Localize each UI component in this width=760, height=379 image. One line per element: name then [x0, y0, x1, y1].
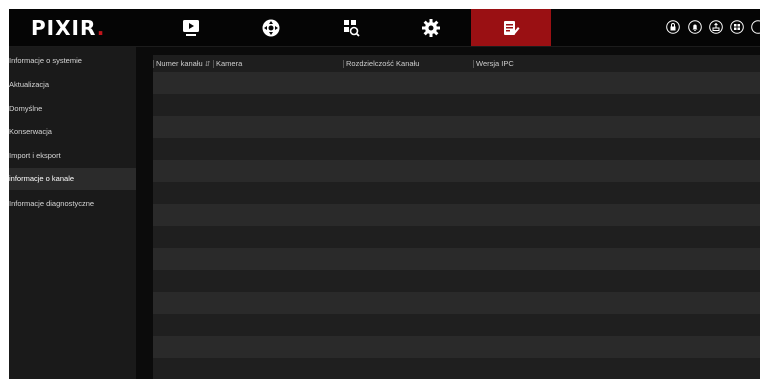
- export-icon[interactable]: [709, 20, 723, 34]
- sidebar-item-label: Informacje diagnostyczne: [9, 199, 95, 208]
- system-edit-icon: [504, 20, 520, 35]
- sidebar-item-import-export[interactable]: Import i eksport: [9, 145, 136, 167]
- play-icon: [183, 19, 199, 36]
- table-row: [153, 138, 760, 160]
- table-row: [153, 116, 760, 138]
- nav-search-button[interactable]: [311, 9, 391, 46]
- sidebar-item-defaults[interactable]: Domyślne: [9, 98, 136, 120]
- table-row: [153, 94, 760, 116]
- main-content: Numer kanału ⇵ Kamera Rozdzielczość Kanał…: [136, 47, 760, 379]
- table-row: [153, 270, 760, 292]
- sidebar-item-maintenance[interactable]: Konserwacja: [9, 121, 136, 143]
- sidebar-item-label: Aktualizacja: [9, 80, 50, 89]
- sort-arrows-icon[interactable]: ⇵: [205, 61, 211, 68]
- table-header: Numer kanału ⇵ Kamera Rozdzielczość Kanał…: [153, 55, 760, 72]
- table-row: [153, 248, 760, 270]
- nav-settings-button[interactable]: [391, 9, 471, 46]
- more-icon[interactable]: [751, 20, 760, 34]
- table-row: [153, 72, 760, 94]
- table-row: [153, 204, 760, 226]
- table-row: [153, 358, 760, 379]
- column-header-resolution[interactable]: Rozdzielczość Kanału: [346, 55, 419, 72]
- sidebar-item-diagnostics[interactable]: Informacje diagnostyczne: [9, 193, 136, 215]
- nav-ptz-button[interactable]: [231, 9, 311, 46]
- lock-icon[interactable]: [666, 20, 680, 34]
- column-header-ipc-version[interactable]: Wersja IPC: [476, 55, 514, 72]
- table-row: [153, 226, 760, 248]
- bell-icon[interactable]: [688, 20, 702, 34]
- logo-text: PIXIR: [31, 16, 97, 40]
- table-row: [153, 292, 760, 314]
- application-window: PIXIR. Informacje o systemie Aktualizacj…: [9, 9, 760, 379]
- sidebar-item-label: informacje o kanale: [9, 174, 75, 183]
- column-divider: [213, 60, 214, 68]
- column-divider: [343, 60, 344, 68]
- grid-icon[interactable]: [730, 20, 744, 34]
- sidebar-item-update[interactable]: Aktualizacja: [9, 74, 136, 96]
- sidebar-item-label: Konserwacja: [9, 127, 52, 136]
- sidebar-item-channel-info[interactable]: informacje o kanale: [9, 168, 136, 190]
- sidebar-item-label: Domyślne: [9, 104, 43, 113]
- column-header-channel-number[interactable]: Numer kanału ⇵: [156, 55, 211, 72]
- brand-logo: PIXIR.: [31, 16, 106, 40]
- sidebar: Informacje o systemie Aktualizacja Domyś…: [9, 47, 136, 379]
- gear-icon: [422, 18, 440, 37]
- channel-info-table: Numer kanału ⇵ Kamera Rozdzielczość Kanał…: [153, 55, 760, 379]
- table-row: [153, 314, 760, 336]
- table-row: [153, 336, 760, 358]
- video-search-icon: [344, 19, 360, 37]
- top-navigation-bar: PIXIR.: [9, 9, 760, 47]
- nav-system-button[interactable]: [471, 9, 551, 46]
- table-row: [153, 160, 760, 182]
- nav-playback-button[interactable]: [151, 9, 231, 46]
- column-divider: [473, 60, 474, 68]
- column-header-camera[interactable]: Kamera: [216, 55, 242, 72]
- sidebar-item-label: Import i eksport: [9, 151, 61, 160]
- sidebar-item-system-info[interactable]: Informacje o systemie: [9, 50, 136, 72]
- sidebar-item-label: Informacje o systemie: [9, 56, 82, 65]
- column-divider: [153, 60, 154, 68]
- ptz-control-icon: [262, 19, 280, 36]
- table-row: [153, 182, 760, 204]
